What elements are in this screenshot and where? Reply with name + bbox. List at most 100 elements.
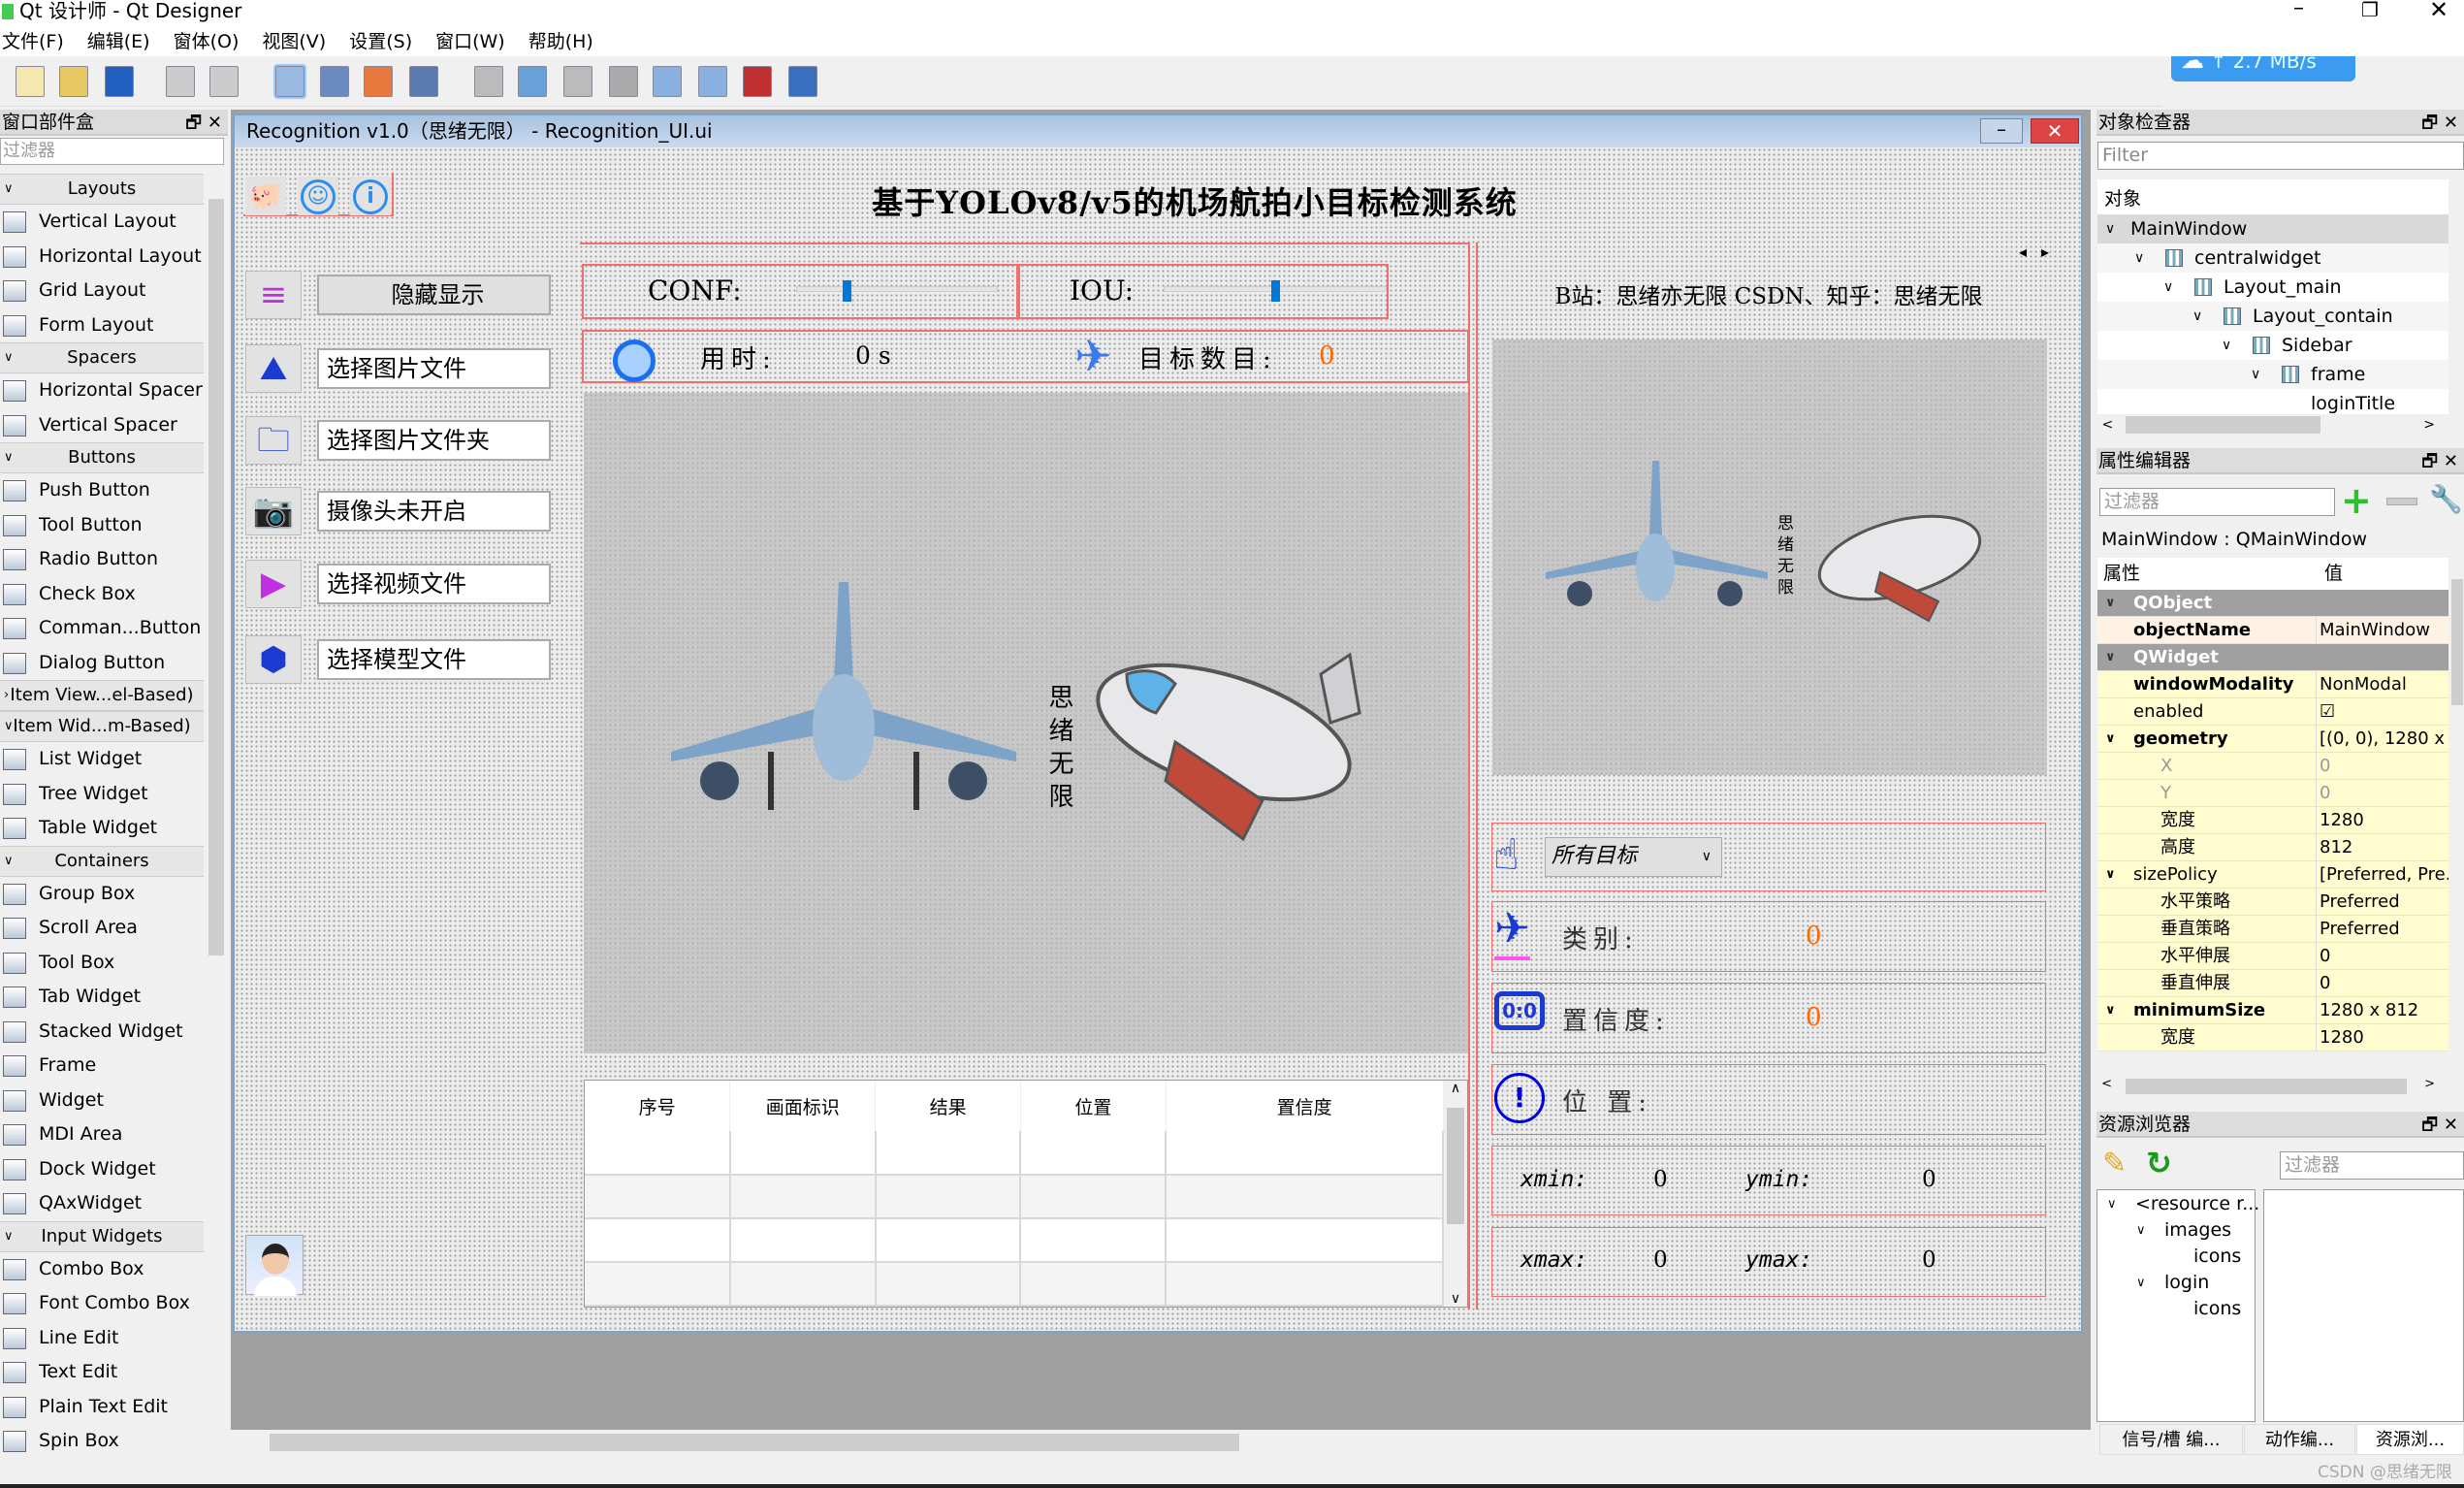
resource-item[interactable]: icons [2099,1244,2253,1270]
form-close-button[interactable]: ✕ [2031,118,2079,144]
widget-item[interactable]: Tab Widget [0,980,204,1015]
layout-vertical-icon[interactable] [517,66,547,97]
property-row[interactable]: windowModality NonModal [2097,671,2448,698]
widget-category[interactable]: ∨ Containers [0,845,204,877]
float-icon[interactable]: 🗗 [185,113,202,133]
float-icon[interactable]: 🗗 [2421,1115,2438,1135]
property-row[interactable]: ∨ sizePolicy [Preferred, Pre... [2097,861,2448,889]
sidebar-button[interactable]: 选择模型文件 [317,639,551,680]
copy-icon[interactable] [166,66,196,97]
tree-item[interactable]: ∨ Layout_contain [2097,302,2448,331]
property-value[interactable]: 1280 x 812 [2320,997,2448,1024]
widget-item[interactable]: Widget [0,1084,204,1118]
widget-item[interactable]: Vertical Spacer [0,408,204,443]
layout-horizontal-icon[interactable] [473,66,503,97]
property-row[interactable]: 水平伸展 0 [2097,943,2448,970]
float-icon[interactable]: 🗗 [2421,113,2438,133]
widget-box-filter[interactable]: 过滤器 [0,138,224,165]
layout-form-icon[interactable] [698,66,728,97]
prev-arrow[interactable]: ◂ [2019,243,2027,261]
reload-icon[interactable]: ↻ [2146,1145,2172,1181]
widget-category[interactable]: ∨ Layouts [0,174,204,205]
image-icon[interactable]: ⛰ [245,344,302,393]
property-row[interactable]: enabled ☑ [2097,698,2448,726]
widget-item[interactable]: Tool Button [0,508,204,543]
menu-item[interactable]: 窗体(O) [174,27,240,56]
property-value[interactable]: 812 [2320,834,2448,861]
widget-item[interactable]: Vertical Layout [0,205,204,240]
remove-property-icon[interactable] [2386,498,2417,505]
target-select[interactable]: 所有目标 ∨ [1545,837,1722,877]
info-icon[interactable]: i [350,177,391,215]
float-icon[interactable]: 🗗 [2421,451,2438,471]
widget-item[interactable]: Form Layout [0,308,204,343]
table-row[interactable] [585,1175,1444,1219]
widget-item[interactable]: Line Edit [0,1321,204,1356]
break-layout-icon[interactable] [742,66,772,97]
table-row[interactable] [585,1262,1444,1307]
form-minimize-button[interactable]: – [1980,118,2023,144]
close-icon[interactable]: ✕ [2444,1115,2458,1135]
close-icon[interactable]: ✕ [208,113,222,133]
property-row[interactable]: 垂直策略 Preferred [2097,916,2448,943]
widget-item[interactable]: Spin Box [0,1424,204,1454]
menu-item[interactable]: 文件(F) [2,27,64,56]
menu-item[interactable]: 视图(V) [262,27,326,56]
widget-item[interactable]: Dock Widget [0,1152,204,1187]
widget-item[interactable]: Group Box [0,877,204,912]
table-row[interactable] [585,1218,1444,1263]
widget-category[interactable]: ∨ Spacers [0,342,204,373]
widget-item[interactable]: QAxWidget [0,1186,204,1221]
property-group[interactable]: ∨ QObject [2097,590,2448,617]
open-file-icon[interactable] [58,66,88,97]
property-row[interactable]: objectName MainWindow [2097,617,2448,644]
column-header[interactable]: 位置 [1020,1081,1167,1131]
resource-item[interactable]: ∨ <resource r... [2099,1191,2259,1217]
edit-signals-icon[interactable] [319,66,349,97]
splitter-vertical-icon[interactable] [608,66,638,97]
dock-tab[interactable]: 动作编... [2244,1424,2355,1455]
menu-item[interactable]: 编辑(E) [87,27,150,56]
tree-item[interactable]: ∨ frame [2097,360,2448,389]
column-header[interactable]: 画面标识 [729,1081,877,1131]
resource-item[interactable]: ∨ login [2099,1270,2253,1296]
widget-item[interactable]: Plain Text Edit [0,1390,204,1425]
property-row[interactable]: Y0 [2097,780,2448,807]
object-filter-input[interactable]: Filter [2097,142,2464,170]
property-value[interactable]: 1280 [2320,1024,2448,1051]
property-value[interactable]: 0 [2320,753,2448,780]
menu-item[interactable]: 窗口(W) [435,27,505,56]
property-row[interactable]: 垂直伸展 0 [2097,970,2448,997]
splitter-horizontal-icon[interactable] [562,66,592,97]
edit-resources-icon[interactable]: ✎ [2102,1147,2127,1181]
model-icon[interactable]: ⬢ [245,635,302,684]
menu-item[interactable]: 帮助(H) [528,27,593,56]
widget-item[interactable]: Dialog Button Box [0,646,204,707]
add-property-icon[interactable]: + [2341,479,2372,522]
property-row[interactable]: ∨geometry[(0, 0), 1280 x ... [2097,726,2448,753]
widget-item[interactable]: Font Combo Box [0,1286,204,1321]
next-arrow[interactable]: ▸ [2041,243,2049,261]
property-filter-input[interactable]: 过滤器 [2099,488,2335,516]
property-value[interactable]: 0 [2320,970,2448,997]
widget-item[interactable]: Tree Widget [0,777,204,812]
restore-button[interactable]: ❐ [2361,0,2379,21]
widget-item[interactable]: Text Edit [0,1355,204,1390]
widget-item[interactable]: MDI Area [0,1117,204,1152]
edit-widgets-icon[interactable] [273,64,307,99]
dock-tab[interactable]: 信号/槽 编... [2099,1424,2243,1455]
tree-item[interactable]: ∨ MainWindow [2097,214,2448,243]
property-value[interactable]: 0 [2320,943,2448,970]
table-vscrollbar[interactable]: ∧ ∨ [1444,1081,1467,1307]
widget-item[interactable]: Horizontal Spacer [0,373,204,408]
conf-slider[interactable] [699,280,998,302]
resource-filter-input[interactable]: 过滤器 [2280,1151,2464,1180]
iou-slider[interactable] [1164,280,1389,302]
widget-box-scrollbar[interactable] [206,174,227,1454]
resource-item[interactable]: ∨ images [2099,1217,2253,1244]
tree-item[interactable]: ∨ Sidebar [2097,331,2448,360]
widget-item[interactable]: Check Box [0,577,204,612]
property-row[interactable]: 高度 812 [2097,834,2448,861]
minimize-button[interactable]: – [2293,0,2304,20]
property-value[interactable]: ☑ [2320,698,2448,726]
